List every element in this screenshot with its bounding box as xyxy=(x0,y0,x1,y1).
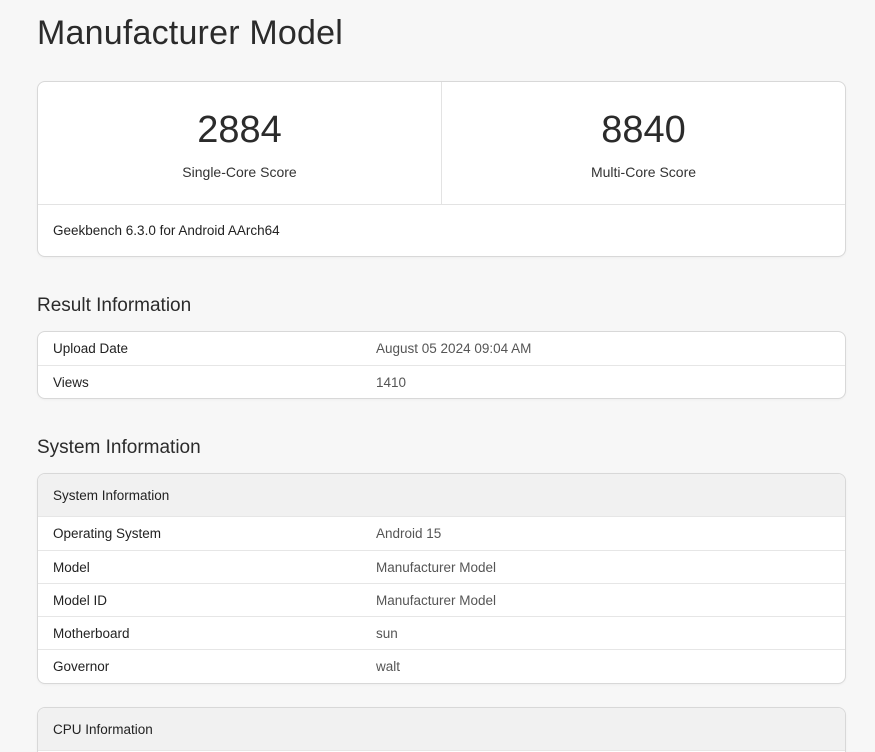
page-title: Manufacturer Model xyxy=(37,14,343,52)
table-row: Operating System Android 15 xyxy=(38,517,845,550)
table-row: Governor walt xyxy=(38,649,845,682)
single-core-score-value: 2884 xyxy=(197,109,282,151)
table-row: Upload Date August 05 2024 09:04 AM xyxy=(38,332,845,365)
governor-label: Governor xyxy=(53,658,110,674)
cpu-information-table-header: CPU Information xyxy=(38,708,845,751)
benchmark-result-page: Manufacturer Model 2884 Single-Core Scor… xyxy=(0,0,875,752)
upload-date-value: August 05 2024 09:04 AM xyxy=(376,341,532,356)
model-value: Manufacturer Model xyxy=(376,559,497,575)
motherboard-label: Motherboard xyxy=(53,625,130,641)
multi-core-score-label: Multi-Core Score xyxy=(590,164,697,180)
system-information-table-header: System Information xyxy=(38,474,845,517)
table-row: Views 1410 xyxy=(38,365,845,398)
score-row: 2884 Single-Core Score 8840 Multi-Core S… xyxy=(38,82,845,205)
cpu-information-table: CPU Information xyxy=(37,707,846,752)
model-id-label: Model ID xyxy=(53,592,108,608)
benchmark-version: Geekbench 6.3.0 for Android AArch64 xyxy=(53,223,280,238)
views-value: 1410 xyxy=(376,374,407,390)
table-row: Model ID Manufacturer Model xyxy=(38,583,845,616)
system-information-heading: System Information xyxy=(37,437,201,458)
table-row: Model Manufacturer Model xyxy=(38,550,845,583)
single-core-score-label: Single-Core Score xyxy=(182,164,297,180)
model-id-value: Manufacturer Model xyxy=(376,592,497,608)
multi-core-score: 8840 Multi-Core Score xyxy=(441,82,845,204)
model-label: Model xyxy=(53,559,90,575)
governor-value: walt xyxy=(376,658,401,674)
table-row: Motherboard sun xyxy=(38,616,845,649)
single-core-score: 2884 Single-Core Score xyxy=(38,82,441,204)
result-information-heading: Result Information xyxy=(37,295,192,316)
result-information-table: Upload Date August 05 2024 09:04 AM View… xyxy=(37,331,846,399)
score-card: 2884 Single-Core Score 8840 Multi-Core S… xyxy=(37,81,846,257)
multi-core-score-value: 8840 xyxy=(601,109,686,151)
upload-date-label: Upload Date xyxy=(53,341,129,356)
operating-system-label: Operating System xyxy=(53,526,162,541)
views-label: Views xyxy=(53,374,89,390)
operating-system-value: Android 15 xyxy=(376,526,442,541)
system-information-table: System Information Operating System Andr… xyxy=(37,473,846,684)
motherboard-value: sun xyxy=(376,625,398,641)
